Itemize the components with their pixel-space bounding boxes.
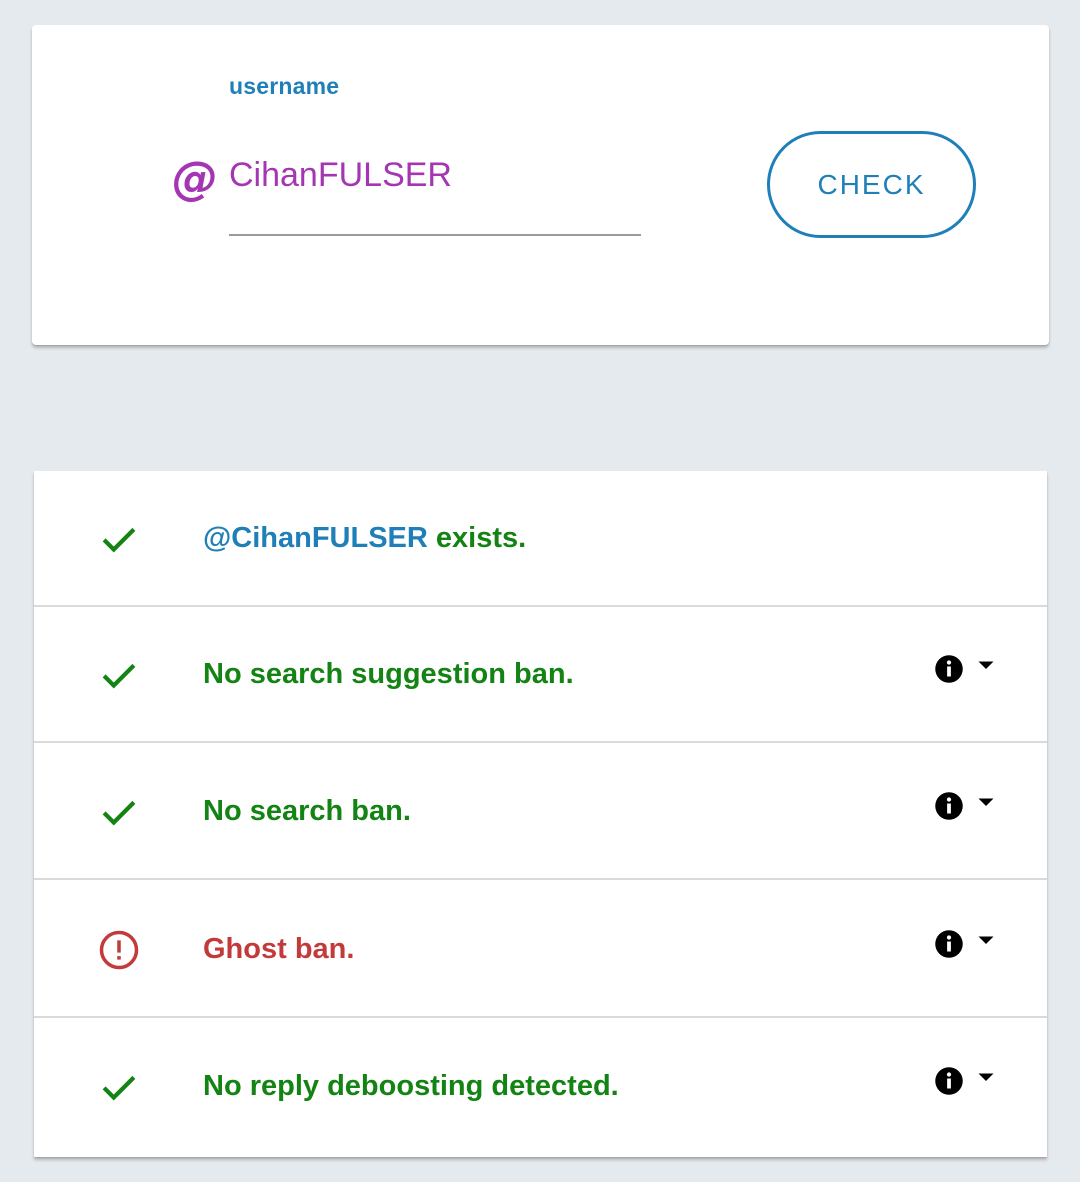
result-text: No reply deboosting detected.: [203, 1070, 619, 1102]
caret-down-icon: [978, 936, 994, 944]
results-card: @CihanFULSER exists. No search suggestio…: [34, 471, 1047, 1157]
check-icon: [102, 663, 136, 689]
result-row-ghost-ban: Ghost ban.: [34, 882, 1047, 1018]
result-text: No search ban.: [203, 795, 411, 827]
caret-down-icon: [978, 1073, 994, 1081]
search-card: @ username CHECK: [32, 25, 1049, 345]
result-text: @CihanFULSER exists.: [203, 521, 526, 555]
info-icon: [935, 792, 963, 820]
info-icon: [935, 930, 963, 958]
details-toggle[interactable]: [932, 789, 1002, 825]
check-button[interactable]: CHECK: [767, 131, 976, 238]
check-icon: [102, 1075, 136, 1101]
username-label: username: [229, 73, 340, 99]
result-text: No search suggestion ban.: [203, 658, 574, 690]
caret-down-icon: [978, 798, 994, 806]
info-icon: [935, 655, 963, 683]
result-row-exists: @CihanFULSER exists.: [34, 471, 1047, 607]
check-icon: [102, 800, 136, 826]
result-row-search-suggestion-ban: No search suggestion ban.: [34, 607, 1047, 743]
result-row-reply-deboosting: No reply deboosting detected.: [34, 1019, 1047, 1155]
result-row-search-ban: No search ban.: [34, 744, 1047, 880]
alert-circle-icon: [99, 930, 139, 970]
result-suffix: exists.: [427, 522, 527, 554]
at-sign-icon: @: [172, 151, 218, 205]
result-text: Ghost ban.: [203, 933, 355, 965]
details-toggle[interactable]: [932, 1064, 1002, 1100]
username-underline: [229, 234, 641, 236]
caret-down-icon: [978, 661, 994, 669]
info-icon: [935, 1067, 963, 1095]
details-toggle[interactable]: [932, 652, 1002, 688]
username-input[interactable]: [229, 145, 641, 205]
check-icon: [102, 527, 136, 553]
details-toggle[interactable]: [932, 927, 1002, 963]
username-handle-link[interactable]: @CihanFULSER: [203, 522, 428, 554]
